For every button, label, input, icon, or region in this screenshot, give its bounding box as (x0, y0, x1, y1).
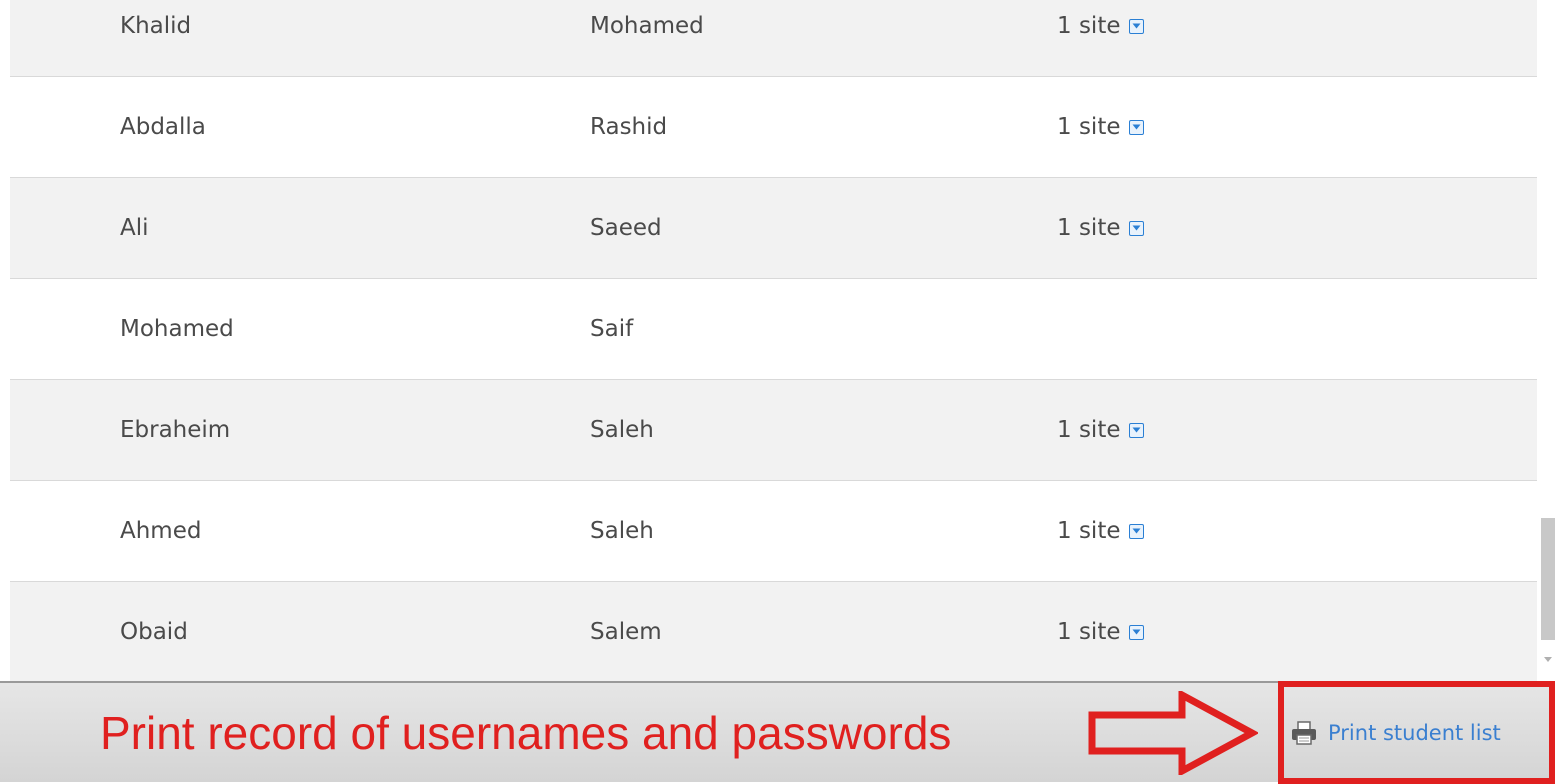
sites-count: 1 site (1057, 215, 1121, 241)
first-name: Khalid (120, 13, 192, 39)
last-name: Rashid (590, 114, 668, 140)
sites-count: 1 site (1057, 114, 1121, 140)
sites-cell: 1 site (1057, 0, 1144, 76)
printer-icon (1292, 720, 1316, 745)
sites-cell: 1 site (1057, 77, 1144, 177)
table-row: Ali Saeed 1 site (10, 178, 1537, 279)
table-row: Ahmed Saleh 1 site (10, 481, 1537, 582)
first-name: Ali (120, 215, 149, 241)
sites-count: 1 site (1057, 619, 1121, 645)
annotation-text: Print record of usernames and passwords (100, 706, 952, 759)
sites-cell: 1 site (1057, 582, 1144, 681)
table-row: Ebraheim Saleh 1 site (10, 380, 1537, 481)
sites-count: 1 site (1057, 13, 1121, 39)
sites-cell: 1 site (1057, 481, 1144, 581)
first-name: Abdalla (120, 114, 206, 140)
chevron-down-icon[interactable] (1128, 624, 1144, 640)
table-row: Khalid Mohamed 1 site (10, 0, 1537, 77)
last-name: Saif (590, 316, 634, 342)
first-name: Ahmed (120, 518, 202, 544)
table-row: Obaid Salem 1 site (10, 582, 1537, 681)
chevron-down-icon[interactable] (1128, 220, 1144, 236)
print-student-list-link[interactable]: Print student list (1290, 683, 1501, 782)
last-name: Salem (590, 619, 662, 645)
footer-bar: Print record of usernames and passwords … (0, 681, 1555, 784)
scroll-down-icon[interactable] (1543, 654, 1553, 664)
sites-count: 1 site (1057, 417, 1121, 443)
print-student-list-label: Print student list (1328, 720, 1501, 745)
first-name: Ebraheim (120, 417, 231, 443)
chevron-down-icon[interactable] (1128, 18, 1144, 34)
arrow-right-icon (1088, 691, 1258, 775)
first-name: Obaid (120, 619, 188, 645)
sites-cell: 1 site (1057, 380, 1144, 480)
chevron-down-icon[interactable] (1128, 523, 1144, 539)
last-name: Saeed (590, 215, 662, 241)
chevron-down-icon[interactable] (1128, 422, 1144, 438)
first-name: Mohamed (120, 316, 234, 342)
table-row: Abdalla Rashid 1 site (10, 77, 1537, 178)
sites-cell (1057, 279, 1065, 379)
sites-cell: 1 site (1057, 178, 1144, 278)
last-name: Saleh (590, 417, 654, 443)
student-table: Khalid Mohamed 1 site Abdalla Rashid 1 s… (10, 0, 1537, 681)
scrollbar-thumb[interactable] (1541, 518, 1555, 640)
table-row: Mohamed Saif (10, 279, 1537, 380)
vertical-scrollbar[interactable] (1537, 0, 1555, 681)
last-name: Mohamed (590, 13, 704, 39)
sites-count: 1 site (1057, 518, 1121, 544)
last-name: Saleh (590, 518, 654, 544)
chevron-down-icon[interactable] (1128, 119, 1144, 135)
